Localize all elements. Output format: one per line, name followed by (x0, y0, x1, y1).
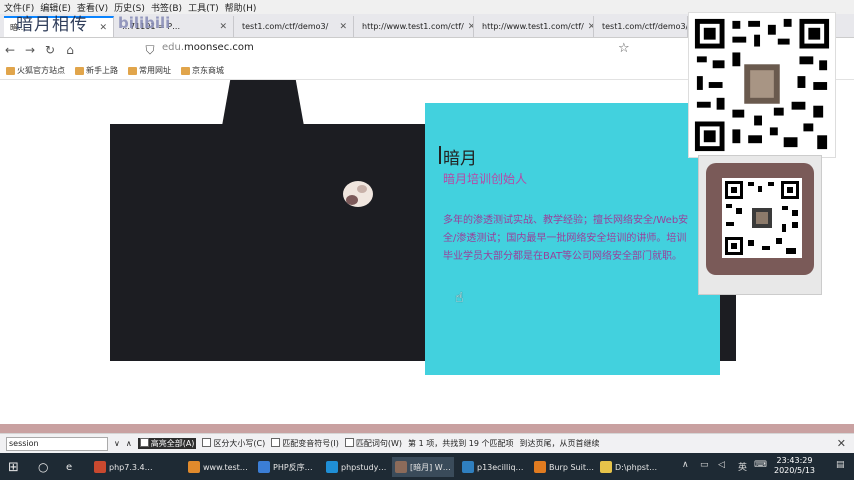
menu-help[interactable]: 帮助(H) (225, 1, 257, 14)
bookmark-label: 火狐官方站点 (17, 66, 65, 75)
hand-cursor-icon: ☝ (455, 290, 464, 306)
whole-words-checkbox[interactable]: 匹配词句(W) (345, 438, 402, 449)
match-case-checkbox[interactable]: 区分大小写(C) (202, 438, 265, 449)
reload-icon[interactable]: ↻ (40, 43, 60, 57)
forward-icon[interactable]: → (20, 43, 40, 57)
edge-icon[interactable]: e (66, 457, 72, 477)
profile-name: 暗月 (439, 144, 477, 169)
folder-icon (75, 66, 84, 75)
taskbar-label: p13ecilliq… (477, 462, 524, 472)
home-icon[interactable]: ⌂ (60, 43, 80, 57)
tab-label: test1.com/ctf/demo3/ (602, 22, 688, 31)
tab-5[interactable]: http://www.test1.com/ctf/ ✕ (476, 16, 594, 37)
find-input[interactable]: session (6, 436, 108, 451)
find-status: 第 1 项，共找到 19 个匹配项 (408, 439, 514, 448)
tab-label: http://www.test1.com/ctf/ (362, 22, 464, 31)
menu-tools[interactable]: 工具(T) (188, 1, 219, 14)
find-notice: 到达页尾，从页首继续 (519, 439, 600, 448)
taskbar-label: D:\phpst… (615, 462, 658, 472)
keyboard-icon[interactable]: ⌨ (754, 460, 767, 470)
taskbar-label: php7.3.4… (109, 462, 153, 472)
clock[interactable]: 23:43:29 2020/5/13 (774, 456, 815, 476)
wechat-qr-code (722, 178, 802, 258)
tab-6[interactable]: test1.com/ctf/demo3/ (596, 16, 688, 37)
volume-icon[interactable]: ◁ (718, 460, 725, 470)
taskbar-item-1[interactable]: php7.3.4… (94, 457, 153, 477)
folder-icon (128, 66, 137, 75)
taskbar-item-4[interactable]: phpstudy… (326, 457, 386, 477)
notification-icon[interactable]: ▤ (836, 460, 845, 470)
close-icon[interactable]: ✕ (339, 22, 347, 32)
close-icon[interactable]: ✕ (219, 22, 227, 32)
folder-icon (181, 66, 190, 75)
mask-icon (343, 181, 373, 207)
clock-date: 2020/5/13 (774, 466, 816, 475)
match-diacritics-checkbox[interactable]: 匹配变音符号(I) (271, 438, 339, 449)
qr-code (688, 12, 836, 158)
profile-role: 暗月培训创始人 (443, 172, 528, 186)
profile-photo-head (222, 80, 304, 126)
profile-description: 多年的渗透测试实战、教学经验；擅长网络安全/Web安全/渗透测试；国内最早一批网… (443, 215, 689, 262)
taskbar-label: PHP反序… (273, 462, 313, 472)
taskbar-item-6[interactable]: p13ecilliq… (462, 457, 524, 477)
network-icon[interactable]: ▭ (700, 460, 709, 470)
ime-indicator[interactable]: 英 (738, 460, 747, 473)
taskbar-label: phpstudy… (341, 462, 387, 472)
url-field[interactable]: edu.moonsec.com (162, 42, 254, 53)
clock-time: 23:43:29 (776, 456, 813, 465)
app-icon (462, 461, 474, 473)
taskbar-item-2[interactable]: www.test… (188, 457, 248, 477)
menu-bookmarks[interactable]: 书签(B) (151, 1, 182, 14)
bilibili-logo: bilibili (118, 14, 171, 32)
close-icon[interactable]: ✕ (468, 22, 473, 32)
app-icon (395, 461, 407, 473)
close-icon[interactable]: ✕ (588, 22, 593, 32)
menu-history[interactable]: 历史(S) (114, 1, 145, 14)
back-icon[interactable]: ← (0, 43, 20, 57)
bookmark-label: 常用网址 (139, 66, 171, 75)
bookmark-jd[interactable]: 京东商城 (181, 65, 224, 76)
close-icon[interactable]: ✕ (837, 437, 846, 450)
app-icon (94, 461, 106, 473)
profile-photo (110, 124, 450, 361)
chevron-up-icon[interactable]: ∧ (682, 460, 689, 470)
folder-icon (6, 66, 15, 75)
tab-label: test1.com/ctf/demo3/ (242, 22, 329, 31)
highlight-all-checkbox[interactable]: 高亮全部(A) (137, 438, 197, 449)
taskbar-label: [暗月] W… (410, 462, 451, 472)
taskbar-item-3[interactable]: PHP反序… (258, 457, 313, 477)
taskbar-item-7[interactable]: Burp Suit… (534, 457, 594, 477)
url-domain: moonsec.com (184, 42, 254, 53)
shield-icon[interactable]: ⛉ (140, 43, 160, 58)
bookmark-label: 新手上路 (86, 66, 118, 75)
app-icon (258, 461, 270, 473)
taskbar-label: www.test… (203, 462, 248, 472)
close-icon[interactable]: ✕ (99, 23, 107, 33)
windows-start-icon[interactable]: ⊞ (8, 457, 19, 477)
tab-4[interactable]: http://www.test1.com/ctf/ ✕ (356, 16, 474, 37)
bookmark-firefox[interactable]: 火狐官方站点 (6, 65, 65, 76)
phpstudy-icon (326, 461, 338, 473)
page-scroll-strip (0, 424, 854, 433)
url-prefix: edu. (162, 42, 185, 53)
bookmark-common[interactable]: 常用网址 (128, 65, 171, 76)
burp-icon (534, 461, 546, 473)
search-icon[interactable]: ○ (38, 457, 48, 477)
taskbar-item-5[interactable]: [暗月] W… (392, 457, 454, 477)
find-bar: session ∨ ∧ 高亮全部(A) 区分大小写(C) 匹配变音符号(I) 匹… (0, 433, 854, 453)
bookmark-label: 京东商城 (192, 66, 224, 75)
folder-icon (600, 461, 612, 473)
firefox-icon (188, 461, 200, 473)
tab-3[interactable]: test1.com/ctf/demo3/ ✕ (236, 16, 354, 37)
watermark-text: 暗月相传 (16, 15, 88, 35)
find-next-icon[interactable]: ∨ (114, 439, 120, 448)
tab-label: http://www.test1.com/ctf/ (482, 22, 584, 31)
find-prev-icon[interactable]: ∧ (126, 439, 132, 448)
taskbar-label: Burp Suit… (549, 462, 594, 472)
star-icon[interactable]: ☆ (618, 41, 630, 56)
bookmark-newbie[interactable]: 新手上路 (75, 65, 118, 76)
taskbar-item-8[interactable]: D:\phpst… (600, 457, 657, 477)
